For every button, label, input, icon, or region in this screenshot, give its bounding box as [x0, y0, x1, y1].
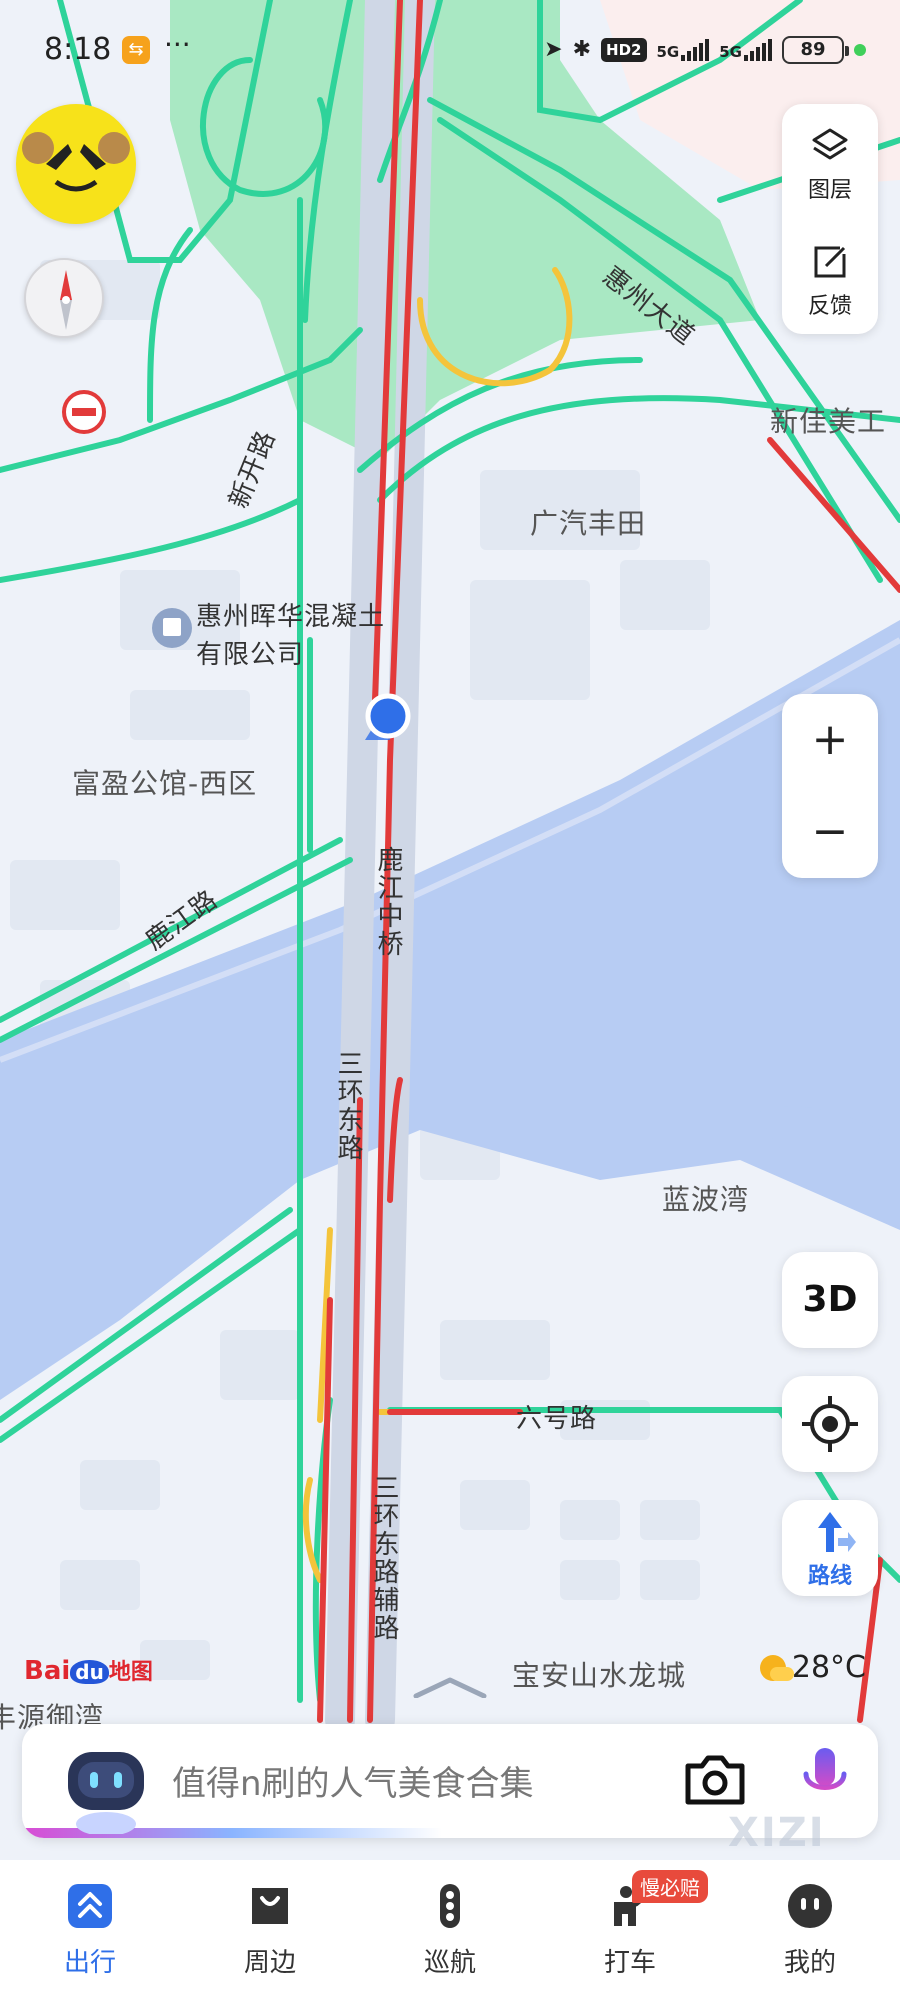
tab-cruise-label: 巡航 — [423, 1948, 476, 1978]
traffic-light-icon — [440, 1884, 460, 1928]
bluetooth-icon: ✱ — [572, 37, 592, 62]
layers-icon — [812, 128, 848, 160]
zoom-out-button[interactable]: − — [782, 786, 878, 878]
map-label-lujiang-bridge: 鹿江中桥 — [373, 846, 403, 958]
tab-nearby[interactable]: 周边 — [180, 1860, 360, 2000]
logo-bai-text: Bai — [24, 1656, 71, 1686]
nearby-bag-icon — [252, 1888, 288, 1924]
avatar-face-icon — [22, 132, 130, 192]
map-canvas[interactable] — [0, 0, 900, 2000]
feedback-label: 反馈 — [807, 294, 852, 319]
temperature-value: 28°C — [791, 1650, 866, 1685]
taxi-promo-badge: 慢必赔 — [632, 1870, 708, 1903]
map-layer — [0, 0, 900, 2000]
signal-1-icon: 5G — [657, 39, 710, 61]
tab-nearby-label: 周边 — [243, 1948, 296, 1978]
baidu-map-logo: Bai du 地图 — [24, 1654, 153, 1686]
privacy-indicator-dot — [854, 44, 866, 56]
notification-app-icon: ⇆ — [122, 36, 150, 64]
tab-taxi[interactable]: 慢必赔 打车 — [540, 1860, 720, 2000]
map-label-lanbo-bay: 蓝波湾 — [662, 1183, 750, 1216]
compass-button[interactable] — [24, 258, 104, 338]
feedback-edit-icon — [814, 246, 846, 278]
tab-travel[interactable]: 出行 — [0, 1860, 180, 2000]
status-bar: 8:18 ⇆ ··· ➤ ✱ HD2 5G 5G 89 — [0, 0, 900, 100]
map-label-poi-company-line1[interactable]: 惠州晖华混凝土 — [196, 596, 385, 633]
map-label-fuying: 富盈公馆-西区 — [72, 767, 258, 800]
ai-assistant-robot-icon[interactable] — [58, 1744, 154, 1834]
chevron-up-icon[interactable] — [412, 1676, 488, 1698]
signal-2-icon: 5G — [719, 39, 772, 61]
3d-view-button[interactable]: 3D — [782, 1252, 878, 1348]
zoom-control: + − — [782, 694, 878, 878]
layers-button[interactable]: 图层 — [782, 104, 878, 214]
map-side-panel: 图层 反馈 — [782, 104, 878, 334]
battery-icon: 89 — [782, 36, 849, 64]
locate-button[interactable] — [782, 1376, 878, 1472]
tab-travel-label: 出行 — [63, 1948, 116, 1978]
map-label-poi-company-line2[interactable]: 有限公司 — [196, 634, 304, 671]
map-label-sanhuan-aux: 三环东路辅路 — [369, 1474, 399, 1642]
feedback-button[interactable]: 反馈 — [782, 220, 878, 330]
map-label-baoan-city: 宝安山水龙城 — [512, 1659, 687, 1692]
route-arrow-icon — [818, 1512, 856, 1552]
bottom-nav: 出行 周边 巡航 慢必赔 打车 我的 — [0, 1860, 900, 2000]
hd-voice-icon: HD2 — [601, 38, 647, 62]
status-time: 8:18 — [44, 32, 112, 67]
network-type-1: 5G — [656, 43, 680, 61]
tab-mine[interactable]: 我的 — [720, 1860, 900, 2000]
camera-icon[interactable] — [682, 1750, 748, 1810]
search-input[interactable]: 值得n刷的人气美食合集 — [172, 1756, 534, 1805]
tab-mine-label: 我的 — [783, 1948, 836, 1978]
profile-face-icon — [788, 1884, 832, 1928]
tab-taxi-label: 打车 — [603, 1948, 656, 1978]
status-more-icon: ··· — [164, 28, 191, 61]
compass-icon — [60, 270, 72, 330]
travel-icon — [68, 1884, 112, 1928]
route-button[interactable]: 路线 — [782, 1500, 878, 1596]
locate-crosshair-icon — [802, 1396, 858, 1452]
layers-label: 图层 — [807, 178, 852, 203]
zoom-in-button[interactable]: + — [782, 694, 878, 786]
avatar[interactable] — [16, 104, 136, 224]
map-label-sanhuan-east: 三环东路 — [333, 1050, 363, 1162]
network-type-2: 5G — [719, 43, 742, 61]
location-arrow-icon: ➤ — [544, 37, 563, 62]
status-icons: ➤ ✱ HD2 5G 5G 89 — [544, 30, 866, 70]
map-label-gac-toyota: 广汽丰田 — [530, 507, 647, 540]
partly-cloudy-icon — [759, 1654, 794, 1681]
route-label: 路线 — [807, 1564, 852, 1589]
tab-cruise[interactable]: 巡航 — [360, 1860, 540, 2000]
logo-map-text: 地图 — [108, 1660, 153, 1685]
microphone-icon[interactable] — [798, 1744, 852, 1814]
logo-du-paw-icon: du — [70, 1660, 109, 1684]
map-label-liuhao-road: 六号路 — [516, 1404, 598, 1434]
map-label-xinjia: 新佳美工 — [770, 405, 887, 438]
weather-widget[interactable]: 28°C — [759, 1650, 866, 1685]
current-location-marker — [365, 693, 411, 739]
watermark: XIZI — [728, 1810, 826, 1856]
